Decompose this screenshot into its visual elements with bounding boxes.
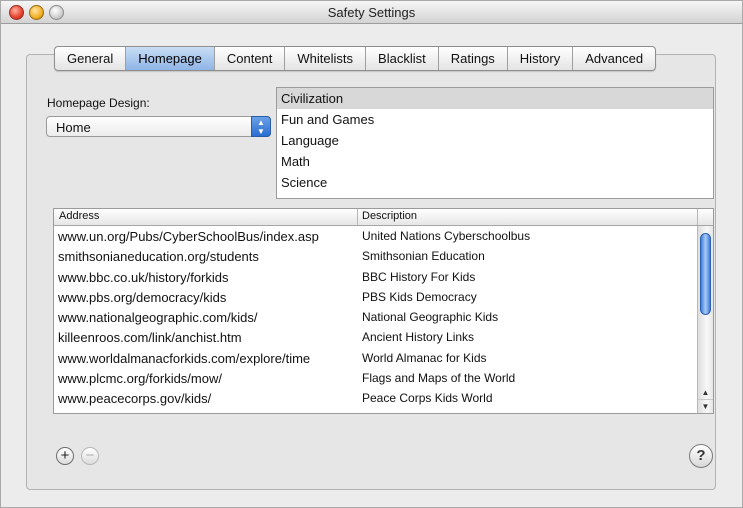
scroll-down-arrow-icon[interactable]: ▼: [698, 399, 713, 413]
description-cell[interactable]: Peace Corps Kids World: [362, 391, 692, 405]
scroll-thumb[interactable]: [700, 233, 711, 315]
description-column-header[interactable]: Description: [362, 210, 417, 222]
address-cell[interactable]: www.pbs.org/democracy/kids: [58, 290, 358, 305]
table-row[interactable]: www.plcmc.org/forkids/mow/ Flags and Map…: [54, 368, 697, 388]
tab-ratings[interactable]: Ratings: [439, 47, 508, 70]
address-cell[interactable]: www.nationalgeographic.com/kids/: [58, 310, 358, 325]
category-item-science[interactable]: Science: [277, 172, 713, 193]
table-body: www.un.org/Pubs/CyberSchoolBus/index.asp…: [54, 226, 697, 413]
tab-advanced[interactable]: Advanced: [573, 47, 655, 70]
description-cell[interactable]: Ancient History Links: [362, 330, 692, 344]
tab-history[interactable]: History: [508, 47, 574, 70]
homepage-design-popup[interactable]: Home ▲ ▼: [46, 116, 271, 137]
remove-site-button[interactable]: −: [81, 447, 99, 465]
address-cell[interactable]: www.peacecorps.gov/kids/: [58, 391, 358, 406]
safety-settings-window: Safety Settings General Homepage Content…: [0, 0, 743, 508]
category-item-fun-and-games[interactable]: Fun and Games: [277, 109, 713, 130]
description-cell[interactable]: Smithsonian Education: [362, 249, 692, 263]
description-cell[interactable]: National Geographic Kids: [362, 310, 692, 324]
description-cell[interactable]: BBC History For Kids: [362, 270, 692, 284]
address-cell[interactable]: www.plcmc.org/forkids/mow/: [58, 371, 358, 386]
tab-general[interactable]: General: [55, 47, 127, 70]
table-row[interactable]: www.un.org/Pubs/CyberSchoolBus/index.asp…: [54, 226, 697, 246]
add-site-button[interactable]: +: [56, 447, 74, 465]
category-item-civilization[interactable]: Civilization: [277, 88, 713, 109]
column-divider[interactable]: [357, 209, 358, 225]
address-cell[interactable]: www.un.org/Pubs/CyberSchoolBus/index.asp: [58, 229, 358, 244]
description-cell[interactable]: World Almanac for Kids: [362, 351, 692, 365]
category-list[interactable]: Civilization Fun and Games Language Math…: [276, 87, 714, 199]
address-cell[interactable]: www.bbc.co.uk/history/forkids: [58, 270, 358, 285]
description-cell[interactable]: Flags and Maps of the World: [362, 371, 692, 385]
site-table: Address Description www.un.org/Pubs/Cybe…: [53, 208, 714, 414]
tab-whitelists[interactable]: Whitelists: [285, 47, 367, 70]
table-header: Address Description: [54, 209, 713, 226]
help-button[interactable]: ?: [689, 444, 713, 468]
tab-blacklist[interactable]: Blacklist: [366, 47, 439, 70]
address-cell[interactable]: smithsonianeducation.org/students: [58, 249, 358, 264]
homepage-design-value: Home: [56, 120, 91, 135]
table-row[interactable]: www.peacecorps.gov/kids/ Peace Corps Kid…: [54, 388, 697, 408]
title-bar[interactable]: Safety Settings: [1, 1, 742, 24]
up-down-arrows-icon: ▲ ▼: [251, 116, 271, 137]
homepage-design-label: Homepage Design:: [47, 96, 150, 110]
description-cell[interactable]: United Nations Cyberschoolbus: [362, 229, 692, 243]
tab-content[interactable]: Content: [215, 47, 286, 70]
column-divider: [697, 209, 698, 225]
tab-bar: General Homepage Content Whitelists Blac…: [54, 46, 657, 71]
address-column-header[interactable]: Address: [59, 210, 99, 222]
description-cell[interactable]: PBS Kids Democracy: [362, 290, 692, 304]
vertical-scrollbar[interactable]: ▲ ▼: [697, 226, 713, 413]
scroll-up-arrow-icon[interactable]: ▲: [698, 386, 713, 399]
address-cell[interactable]: www.worldalmanacforkids.com/explore/time: [58, 351, 358, 366]
table-row[interactable]: www.pbs.org/democracy/kids PBS Kids Demo…: [54, 287, 697, 307]
table-row[interactable]: www.nationalgeographic.com/kids/ Nationa…: [54, 307, 697, 327]
tab-homepage[interactable]: Homepage: [126, 47, 215, 70]
table-row[interactable]: smithsonianeducation.org/students Smiths…: [54, 246, 697, 266]
window-title: Safety Settings: [327, 5, 416, 20]
category-item-math[interactable]: Math: [277, 151, 713, 172]
table-row[interactable]: killeenroos.com/link/anchist.htm Ancient…: [54, 327, 697, 347]
address-cell[interactable]: killeenroos.com/link/anchist.htm: [58, 330, 358, 345]
table-row[interactable]: www.bbc.co.uk/history/forkids BBC Histor…: [54, 267, 697, 287]
table-row[interactable]: www.worldalmanacforkids.com/explore/time…: [54, 348, 697, 368]
category-item-language[interactable]: Language: [277, 130, 713, 151]
